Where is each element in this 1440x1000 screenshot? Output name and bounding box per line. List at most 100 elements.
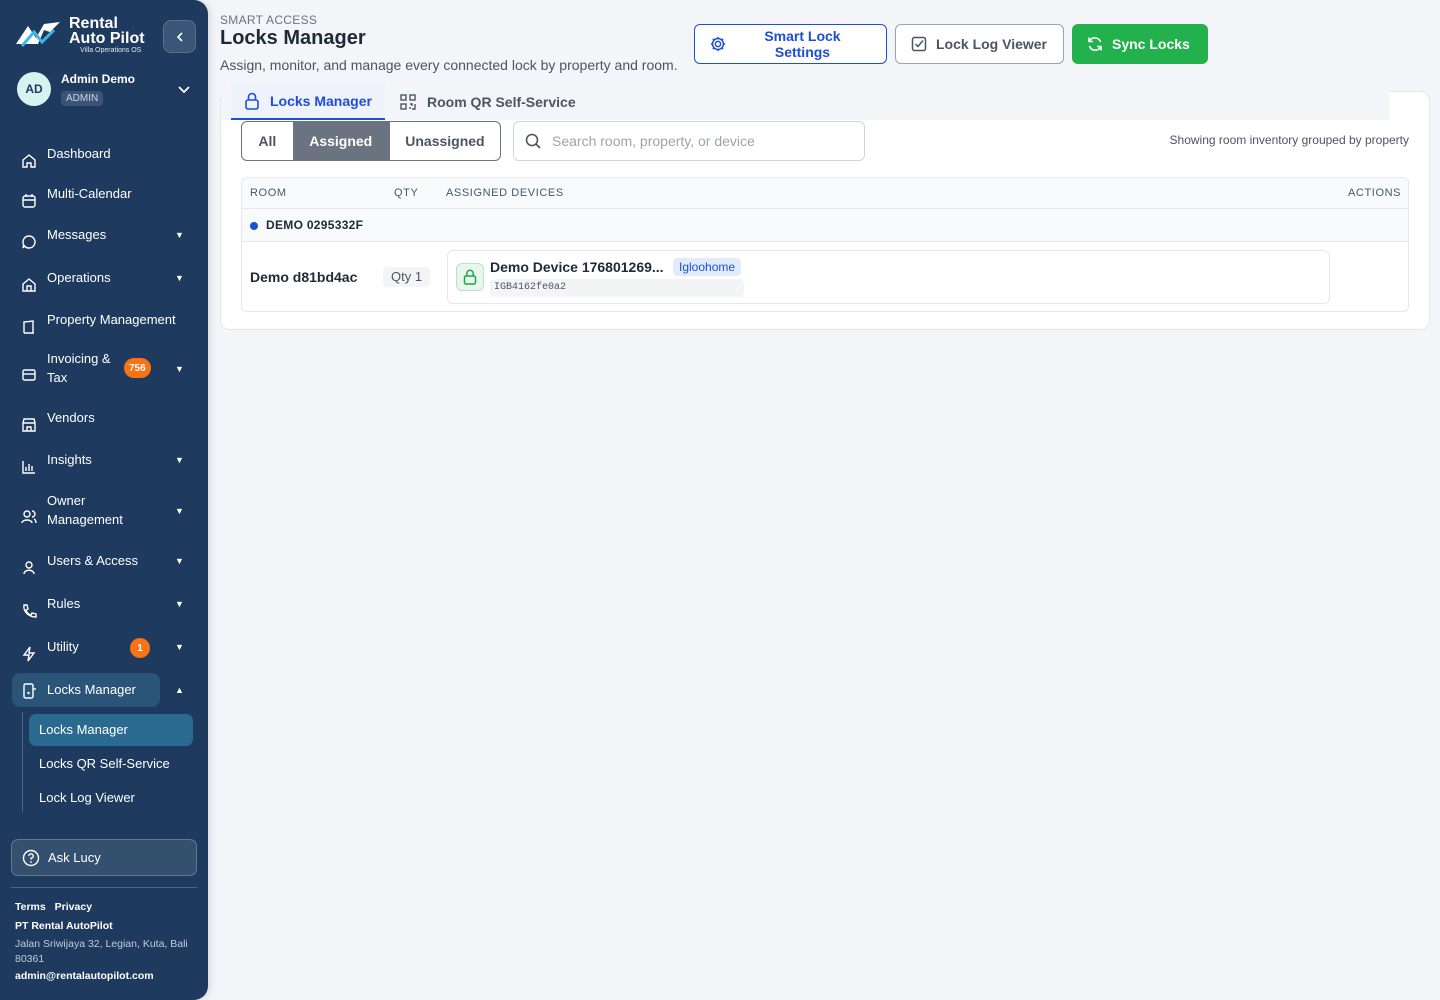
user-menu[interactable]: AD Admin Demo ADMIN bbox=[17, 72, 195, 108]
assignment-filter: All Assigned Unassigned bbox=[241, 121, 501, 161]
caret-down-icon: ▼ bbox=[175, 230, 184, 240]
company-email[interactable]: admin@rentalautopilot.com bbox=[15, 970, 195, 982]
column-header-qty: QTY bbox=[394, 187, 419, 199]
caret-down-icon: ▼ bbox=[175, 506, 184, 516]
filter-unassigned-button[interactable]: Unassigned bbox=[388, 122, 500, 160]
ask-lucy-button[interactable]: Ask Lucy bbox=[11, 839, 197, 876]
gear-icon bbox=[710, 36, 726, 52]
user-name: Admin Demo bbox=[61, 72, 136, 86]
sidebar-item-label: Users & Access bbox=[47, 553, 139, 568]
device-serial: IGB4162fe0a2 bbox=[490, 279, 744, 297]
tab-room-qr-self-service[interactable]: Room QR Self-Service bbox=[399, 84, 576, 120]
logo-plane-icon bbox=[16, 22, 60, 47]
user-icon bbox=[23, 561, 35, 575]
page-title: Locks Manager bbox=[220, 27, 366, 49]
bolt-icon bbox=[22, 646, 36, 662]
grouping-note: Showing room inventory grouped by proper… bbox=[1169, 133, 1409, 147]
sidebar-item-invoicing-tax[interactable]: Invoicing & Tax 756 ▼ bbox=[12, 349, 197, 389]
home-icon bbox=[22, 154, 36, 168]
sidebar-item-insights[interactable]: Insights ▼ bbox=[12, 450, 197, 474]
sidebar-item-label: Owner Management bbox=[47, 493, 123, 527]
search-icon bbox=[525, 133, 541, 149]
sync-locks-button[interactable]: Sync Locks bbox=[1072, 24, 1208, 64]
lock-log-viewer-button[interactable]: Lock Log Viewer bbox=[895, 24, 1064, 64]
sidebar: Rental Auto Pilot Villa Operations OS AD… bbox=[0, 0, 208, 1000]
subnav-locks-manager[interactable]: Locks Manager bbox=[29, 714, 193, 746]
filter-assigned-button[interactable]: Assigned bbox=[292, 122, 389, 160]
sidebar-item-locks-manager[interactable]: Locks Manager bbox=[12, 673, 160, 707]
sidebar-item-label: Dashboard bbox=[47, 146, 111, 161]
sidebar-item-label: Operations bbox=[47, 270, 111, 285]
search-input[interactable] bbox=[552, 133, 842, 149]
caret-down-icon: ▼ bbox=[175, 364, 184, 374]
subnav-locks-qr-self-service[interactable]: Locks QR Self-Service bbox=[29, 748, 193, 780]
sidebar-item-label: Messages bbox=[47, 227, 107, 242]
user-role-badge: ADMIN bbox=[61, 91, 104, 106]
smart-lock-settings-button[interactable]: Smart Lock Settings bbox=[694, 24, 887, 64]
assigned-device-card[interactable]: Demo Device 176801269... Igloohome IGB41… bbox=[447, 250, 1330, 304]
lock-icon bbox=[245, 92, 259, 110]
sidebar-item-rules[interactable]: Rules ▼ bbox=[12, 594, 197, 618]
sidebar-item-messages[interactable]: Messages ▼ bbox=[12, 225, 197, 249]
sidebar-item-dashboard[interactable]: Dashboard bbox=[12, 144, 197, 168]
caret-down-icon: ▼ bbox=[175, 556, 184, 566]
brand-tagline: Villa Operations OS bbox=[80, 47, 142, 54]
property-group-row[interactable]: DEMO 0295332F bbox=[242, 209, 1408, 242]
caret-down-icon: ▼ bbox=[175, 455, 184, 465]
company-address: Jalan Sriwijaya 32, Legian, Kuta, Bali 8… bbox=[15, 938, 188, 965]
column-header-room: ROOM bbox=[250, 187, 287, 199]
sidebar-item-label: Utility bbox=[47, 639, 79, 654]
status-dot bbox=[250, 222, 258, 230]
chat-icon bbox=[22, 235, 36, 249]
tab-locks-manager[interactable]: Locks Manager bbox=[231, 84, 385, 120]
chevron-left-icon bbox=[176, 31, 183, 42]
page-eyebrow: SMART ACCESS bbox=[220, 13, 318, 27]
caret-down-icon: ▼ bbox=[175, 273, 184, 283]
lock-device-icon bbox=[23, 683, 36, 699]
caret-down-icon: ▼ bbox=[175, 599, 184, 609]
sidebar-item-label: Rules bbox=[47, 596, 81, 611]
table-header: ROOM QTY ASSIGNED DEVICES ACTIONS bbox=[242, 178, 1408, 209]
column-header-assigned-devices: ASSIGNED DEVICES bbox=[446, 187, 564, 199]
logo[interactable]: Rental Auto Pilot Villa Operations OS bbox=[14, 16, 154, 58]
sidebar-item-utility[interactable]: Utility 1 ▼ bbox=[12, 637, 197, 662]
sidebar-item-owner-management[interactable]: Owner Management ▼ bbox=[12, 491, 197, 531]
device-name: Demo Device 176801269... bbox=[490, 259, 664, 275]
terms-link[interactable]: Terms bbox=[15, 901, 46, 913]
chart-icon bbox=[22, 461, 35, 474]
table-row[interactable]: Demo d81bd4ac Qty 1 Demo Device 17680126… bbox=[242, 242, 1408, 311]
collapse-sidebar-button[interactable] bbox=[163, 20, 196, 53]
sidebar-item-vendors[interactable]: Vendors bbox=[12, 408, 197, 432]
room-name: Demo d81bd4ac bbox=[250, 269, 358, 285]
sidebar-item-label: Vendors bbox=[47, 410, 95, 425]
subnav-lock-log-viewer[interactable]: Lock Log Viewer bbox=[29, 782, 193, 814]
operations-icon bbox=[22, 278, 36, 292]
sidebar-item-property-management[interactable]: Property Management bbox=[12, 310, 197, 334]
property-name: DEMO 0295332F bbox=[266, 218, 364, 232]
caret-up-icon: ▲ bbox=[175, 685, 184, 695]
help-circle-icon bbox=[22, 849, 40, 866]
sidebar-item-operations[interactable]: Operations ▼ bbox=[12, 268, 197, 292]
footer-divider bbox=[11, 887, 197, 888]
privacy-link[interactable]: Privacy bbox=[55, 901, 92, 913]
ask-lucy-label: Ask Lucy bbox=[48, 850, 101, 865]
calendar-icon bbox=[22, 194, 36, 208]
locks-table: ROOM QTY ASSIGNED DEVICES ACTIONS DEMO 0… bbox=[241, 177, 1409, 312]
sidebar-item-multi-calendar[interactable]: Multi-Calendar bbox=[12, 184, 197, 208]
filter-all-button[interactable]: All bbox=[242, 122, 293, 160]
utility-count-badge: 1 bbox=[130, 638, 150, 658]
qty-badge: Qty 1 bbox=[383, 267, 431, 287]
refresh-icon bbox=[1088, 37, 1102, 51]
sidebar-item-label: Insights bbox=[47, 452, 92, 467]
sidebar-item-users-access[interactable]: Users & Access ▼ bbox=[12, 551, 197, 575]
company-name: PT Rental AutoPilot bbox=[15, 920, 113, 932]
sidebar-item-label: Invoicing & Tax bbox=[47, 351, 111, 385]
brand-name: Rental Auto Pilot bbox=[69, 15, 145, 47]
column-header-actions: ACTIONS bbox=[1348, 187, 1402, 199]
checklist-icon bbox=[911, 36, 927, 52]
invoice-icon bbox=[22, 369, 36, 381]
lock-icon bbox=[463, 269, 477, 285]
phone-icon bbox=[23, 604, 37, 618]
invoicing-count-badge: 756 bbox=[124, 358, 151, 378]
lock-tile bbox=[456, 263, 484, 291]
